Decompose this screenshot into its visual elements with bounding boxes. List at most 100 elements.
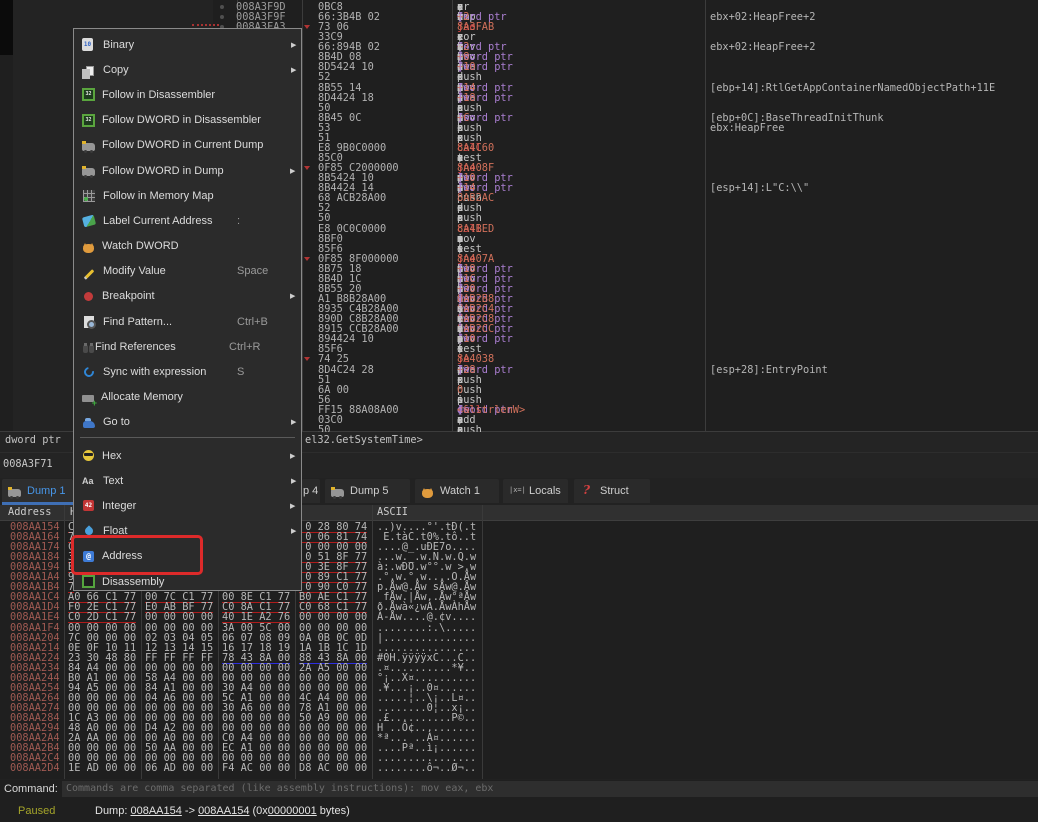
dump-hex-group: 00 00 00 00 <box>145 612 213 622</box>
debugger-state-badge: Paused <box>18 805 55 817</box>
tab-dump-5[interactable]: Dump 5 <box>325 479 410 503</box>
command-label: Command: <box>4 783 58 795</box>
dump-row[interactable]: 008AA1E4C0 2D C1 7700 00 00 0040 1E A2 7… <box>0 612 1038 622</box>
dump-to-link[interactable]: 008AA154 <box>198 805 249 817</box>
menu-item-label-current-address[interactable]: Label Current Address: <box>74 208 301 233</box>
chip32-icon <box>82 114 95 127</box>
tab-dump-1[interactable]: Dump 1 <box>2 479 73 503</box>
menu-item-follow-dword-in-current-dump[interactable]: Follow DWORD in Current Dump <box>74 133 301 158</box>
menu-item-modify-value[interactable]: Modify ValueSpace <box>74 259 301 284</box>
submenu-arrow-icon: ▶ <box>291 418 296 426</box>
dump-ascii: ........ô¬..Ø¬.. <box>377 763 476 773</box>
menu-item-find-pattern[interactable]: Find Pattern...Ctrl+B <box>74 309 301 334</box>
submenu-arrow-icon: ▶ <box>291 66 296 74</box>
menu-item-breakpoint[interactable]: Breakpoint▶ <box>74 284 301 309</box>
menu-item-sync-with-expression[interactable]: Sync with expressionS <box>74 359 301 384</box>
dump-size-link[interactable]: 00000001 <box>268 805 317 817</box>
copy-icon <box>86 66 94 76</box>
dump-hex-group: 1E AD 00 00 <box>68 763 136 773</box>
truck-icon <box>331 489 344 497</box>
submenu-arrow-icon: ▶ <box>290 167 295 175</box>
jump-direction-icon <box>304 257 310 261</box>
submenu-arrow-icon: ▶ <box>291 477 296 485</box>
menu-item-hex[interactable]: Hex ▶ <box>74 443 301 468</box>
tab-p-4[interactable]: p 4 <box>302 479 320 503</box>
current-address-label: 008A3F71 <box>3 458 53 471</box>
dump-from-link[interactable]: 008AA154 <box>130 805 181 817</box>
menu-item-shortcut: Ctrl+B <box>237 316 289 328</box>
hexface-icon <box>83 450 94 461</box>
menu-item-label: Modify Value <box>103 265 237 277</box>
menu-item-label: Allocate Memory <box>101 391 235 403</box>
annotation-highlight-box <box>71 535 203 575</box>
info-line-fragment: el32.GetSystemTime> <box>305 434 423 447</box>
tab-struct[interactable]: Struct <box>574 479 650 503</box>
breakpoint-dot-icon[interactable] <box>220 15 224 19</box>
menu-item-label: Disassembly <box>102 576 236 588</box>
tab-label: Dump 1 <box>27 485 66 497</box>
context-menu: Binary▶Copy▶Follow in DisassemblerFollow… <box>73 28 302 591</box>
menu-item-shortcut: S <box>237 366 289 378</box>
tab-locals[interactable]: Locals <box>503 479 568 503</box>
menu-item-label: Follow DWORD in Dump <box>102 165 236 177</box>
dump-hex-group: 06 AD 00 00 <box>145 763 213 773</box>
dump-status-prefix: Dump: <box>95 805 130 817</box>
dump-ascii: À-Åw....@.¢v.... <box>377 612 476 622</box>
menu-item-follow-dword-in-dump[interactable]: Follow DWORD in Dump ▶ <box>74 158 301 183</box>
jump-direction-icon <box>304 25 310 29</box>
tab-label: Dump 5 <box>350 485 389 497</box>
jump-line-dotted <box>192 24 219 26</box>
menu-item-allocate-memory[interactable]: Allocate Memory <box>74 385 301 410</box>
menu-item-binary[interactable]: Binary▶ <box>74 32 301 57</box>
text-icon <box>82 474 96 488</box>
menu-item-text[interactable]: Text▶ <box>74 468 301 493</box>
dump-hex-group: 00 00 00 00 <box>299 612 367 622</box>
chip32-icon <box>82 88 95 101</box>
locals-icon <box>509 484 523 498</box>
dump-range-status: Dump: 008AA154 -> 008AA154 (0x00000001 b… <box>95 805 350 817</box>
menu-item-shortcut: : <box>237 215 289 227</box>
menu-item-label: Sync with expression <box>103 366 237 378</box>
menu-item-integer[interactable]: Integer▶ <box>74 493 301 518</box>
info-line-fragment: dword ptr <box>5 434 67 447</box>
jump-direction-icon <box>304 166 310 170</box>
instruction-comment: ebx+02:HeapFree+2 <box>710 42 815 52</box>
int-icon <box>83 500 94 511</box>
breakpoint-dot-icon[interactable] <box>220 5 224 9</box>
submenu-arrow-icon: ▶ <box>290 292 295 300</box>
findpat-icon <box>84 316 94 328</box>
cat-icon <box>83 244 94 253</box>
cat-icon <box>422 489 433 498</box>
instruction-comment: ebx+02:HeapFree+2 <box>710 12 815 22</box>
disassembly-row[interactable]: 008A3F9D0BC8or ecx,eax <box>0 2 1038 12</box>
instruction-bytes: 74 25 <box>318 354 349 364</box>
disassembly-row[interactable]: 008A3F9F66:3B4B 02cmp cx,word ptr ds:[eb… <box>0 12 1038 22</box>
menu-item-label: Find References <box>95 341 229 353</box>
struct-icon <box>580 484 594 498</box>
menu-item-label: Binary <box>103 39 237 51</box>
menu-item-watch-dword[interactable]: Watch DWORD <box>74 234 301 259</box>
binoc-icon <box>83 345 88 353</box>
menu-item-follow-in-disassembler[interactable]: Follow in Disassembler <box>74 82 301 107</box>
instruction-comment: ebx:HeapFree <box>710 123 784 133</box>
menu-item-shortcut: Space <box>237 265 289 277</box>
menu-item-label: Watch DWORD <box>102 240 236 252</box>
dump-size-close: bytes) <box>317 805 350 817</box>
command-input[interactable] <box>62 781 1038 797</box>
dump-row[interactable]: 008AA2D41E AD 00 0006 AD 00 00F4 AC 00 0… <box>0 763 1038 773</box>
menu-item-go-to[interactable]: Go to▶ <box>74 410 301 435</box>
menu-item-follow-dword-in-disassembler[interactable]: Follow DWORD in Disassembler <box>74 108 301 133</box>
menu-item-follow-in-memory-map[interactable]: Follow in Memory Map <box>74 183 301 208</box>
submenu-arrow-icon: ▶ <box>290 452 295 460</box>
menu-item-copy[interactable]: Copy▶ <box>74 57 301 82</box>
disasmchip-icon <box>82 575 95 588</box>
menu-item-label: Follow in Disassembler <box>102 89 236 101</box>
menu-item-label: Follow DWORD in Disassembler <box>102 114 236 126</box>
tab-watch-1[interactable]: Watch 1 <box>415 479 499 503</box>
submenu-arrow-icon: ▶ <box>291 527 296 535</box>
dump-address: 008AA1E4 <box>10 612 60 622</box>
tab-label: Struct <box>600 485 629 497</box>
menu-item-find-references[interactable]: Find ReferencesCtrl+R <box>74 334 301 359</box>
menu-item-label: Hex <box>102 450 236 462</box>
dump-header-ascii: ASCII <box>377 505 408 520</box>
